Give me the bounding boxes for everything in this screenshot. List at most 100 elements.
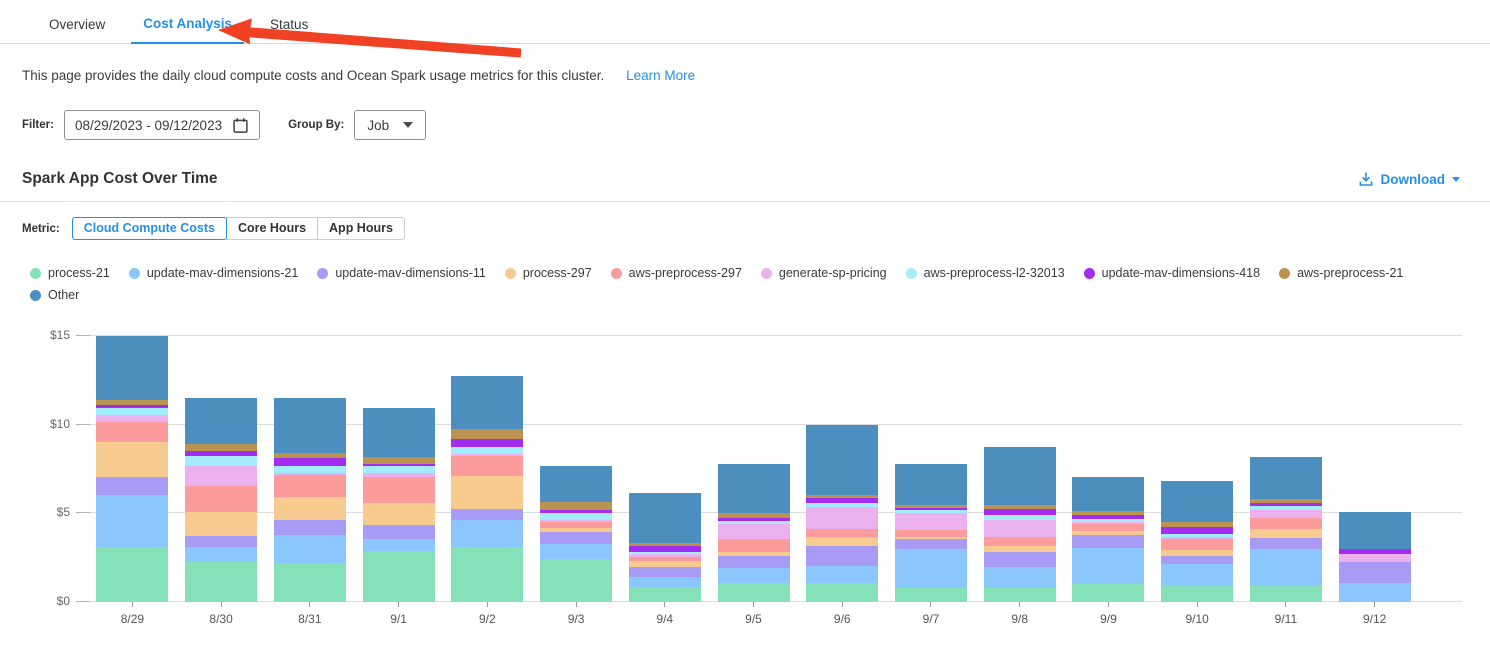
bar-segment-Other[interactable] (96, 336, 168, 400)
bar-segment-update-mav-dimensions-21[interactable] (984, 567, 1056, 588)
bar-segment-update-mav-dimensions-21[interactable] (895, 549, 967, 588)
bar-segment-update-mav-dimensions-11[interactable] (895, 539, 967, 549)
bar-segment-aws-preprocess-297[interactable] (274, 475, 346, 496)
bar-segment-update-mav-dimensions-21[interactable] (629, 577, 701, 587)
bar-segment-process-297[interactable] (185, 512, 257, 536)
bar-segment-aws-preprocess-21[interactable] (185, 444, 257, 451)
bar-segment-process-21[interactable] (96, 547, 168, 602)
bar-segment-update-mav-dimensions-418[interactable] (274, 458, 346, 466)
chart-bar-9/12[interactable] (1339, 512, 1411, 602)
bar-segment-update-mav-dimensions-21[interactable] (806, 566, 878, 583)
chart-bar-8/30[interactable] (185, 398, 257, 602)
bar-segment-process-21[interactable] (540, 559, 612, 602)
bar-segment-aws-preprocess-l2-32013[interactable] (451, 447, 523, 454)
legend-item-process-21[interactable]: process-21 (30, 266, 110, 280)
bar-segment-Other[interactable] (718, 464, 790, 514)
bar-segment-update-mav-dimensions-11[interactable] (629, 567, 701, 578)
bar-segment-update-mav-dimensions-418[interactable] (1161, 527, 1233, 534)
bar-segment-Other[interactable] (185, 398, 257, 444)
bar-segment-aws-preprocess-l2-32013[interactable] (540, 513, 612, 520)
bar-segment-generate-sp-pricing[interactable] (895, 513, 967, 530)
bar-segment-process-21[interactable] (718, 583, 790, 602)
bar-segment-aws-preprocess-l2-32013[interactable] (96, 408, 168, 415)
chart-bar-9/4[interactable] (629, 493, 701, 602)
chart-bar-9/11[interactable] (1250, 457, 1322, 602)
bar-segment-aws-preprocess-297[interactable] (984, 537, 1056, 546)
bar-segment-generate-sp-pricing[interactable] (718, 524, 790, 539)
tab-cost-analysis[interactable]: Cost Analysis (131, 8, 244, 44)
chart-bar-9/7[interactable] (895, 464, 967, 602)
bar-segment-aws-preprocess-297[interactable] (895, 530, 967, 537)
bar-segment-update-mav-dimensions-11[interactable] (185, 536, 257, 548)
bar-segment-process-297[interactable] (806, 537, 878, 546)
legend-item-Other[interactable]: Other (30, 288, 79, 302)
bar-segment-update-mav-dimensions-11[interactable] (1161, 556, 1233, 564)
bar-segment-process-21[interactable] (895, 588, 967, 602)
bar-segment-Other[interactable] (363, 408, 435, 457)
bar-segment-process-21[interactable] (806, 583, 878, 603)
bar-segment-generate-sp-pricing[interactable] (96, 415, 168, 422)
bar-segment-update-mav-dimensions-21[interactable] (451, 520, 523, 547)
bar-segment-aws-preprocess-297[interactable] (718, 539, 790, 551)
bar-segment-Other[interactable] (1339, 512, 1411, 548)
bar-segment-generate-sp-pricing[interactable] (1339, 554, 1411, 562)
legend-item-update-mav-dimensions-11[interactable]: update-mav-dimensions-11 (317, 266, 486, 280)
legend-item-update-mav-dimensions-418[interactable]: update-mav-dimensions-418 (1084, 266, 1260, 280)
chart-bar-8/31[interactable] (274, 398, 346, 602)
bar-segment-update-mav-dimensions-21[interactable] (1250, 549, 1322, 586)
bar-segment-generate-sp-pricing[interactable] (1250, 510, 1322, 518)
legend-item-aws-preprocess-l2-32013[interactable]: aws-preprocess-l2-32013 (906, 266, 1065, 280)
bar-segment-aws-preprocess-21[interactable] (363, 457, 435, 464)
bar-segment-process-297[interactable] (96, 442, 168, 477)
metric-button-core-hours[interactable]: Core Hours (226, 217, 318, 240)
tab-overview[interactable]: Overview (37, 9, 117, 43)
bar-segment-aws-preprocess-297[interactable] (1250, 518, 1322, 530)
bar-segment-Other[interactable] (451, 376, 523, 429)
bar-segment-process-297[interactable] (363, 503, 435, 525)
bar-segment-process-21[interactable] (1072, 584, 1144, 602)
bar-segment-update-mav-dimensions-21[interactable] (540, 544, 612, 560)
bar-segment-update-mav-dimensions-21[interactable] (363, 539, 435, 551)
bar-segment-Other[interactable] (629, 493, 701, 543)
bar-segment-aws-preprocess-297[interactable] (363, 477, 435, 503)
chart-bar-9/9[interactable] (1072, 477, 1144, 602)
chart-bar-9/8[interactable] (984, 447, 1056, 602)
bar-segment-update-mav-dimensions-11[interactable] (1072, 535, 1144, 548)
bar-segment-Other[interactable] (984, 447, 1056, 506)
bar-segment-generate-sp-pricing[interactable] (984, 520, 1056, 538)
bar-segment-aws-preprocess-297[interactable] (451, 456, 523, 476)
bar-segment-aws-preprocess-21[interactable] (540, 502, 612, 510)
bar-segment-aws-preprocess-l2-32013[interactable] (185, 456, 257, 466)
bar-segment-update-mav-dimensions-11[interactable] (451, 509, 523, 521)
legend-item-update-mav-dimensions-21[interactable]: update-mav-dimensions-21 (129, 266, 298, 280)
bar-segment-update-mav-dimensions-11[interactable] (1339, 562, 1411, 582)
bar-segment-process-21[interactable] (363, 551, 435, 602)
bar-segment-update-mav-dimensions-21[interactable] (274, 535, 346, 563)
chart-bar-9/1[interactable] (363, 408, 435, 602)
metric-button-app-hours[interactable]: App Hours (317, 217, 405, 240)
bar-segment-aws-preprocess-21[interactable] (451, 429, 523, 439)
download-button[interactable]: Download (1358, 171, 1461, 187)
bar-segment-update-mav-dimensions-11[interactable] (540, 532, 612, 544)
bar-segment-Other[interactable] (895, 464, 967, 506)
bar-segment-Other[interactable] (806, 425, 878, 495)
metric-button-cloud-compute-costs[interactable]: Cloud Compute Costs (72, 217, 227, 240)
bar-segment-generate-sp-pricing[interactable] (185, 466, 257, 486)
learn-more-link[interactable]: Learn More (626, 68, 695, 83)
bar-segment-process-297[interactable] (451, 476, 523, 509)
bar-segment-update-mav-dimensions-11[interactable] (96, 477, 168, 495)
bar-segment-process-21[interactable] (1161, 585, 1233, 602)
bar-segment-generate-sp-pricing[interactable] (806, 507, 878, 529)
chart-bar-9/2[interactable] (451, 376, 523, 602)
chart-bar-9/6[interactable] (806, 425, 878, 602)
bar-segment-update-mav-dimensions-11[interactable] (1250, 538, 1322, 549)
group-by-select[interactable]: Job (354, 110, 426, 140)
bar-segment-update-mav-dimensions-21[interactable] (1339, 583, 1411, 603)
bar-segment-update-mav-dimensions-11[interactable] (984, 552, 1056, 566)
bar-segment-process-297[interactable] (274, 497, 346, 520)
bar-segment-process-21[interactable] (984, 588, 1056, 602)
bar-segment-update-mav-dimensions-11[interactable] (718, 556, 790, 568)
chart-bar-9/3[interactable] (540, 466, 612, 602)
bar-segment-aws-preprocess-297[interactable] (1161, 539, 1233, 550)
bar-segment-process-21[interactable] (274, 563, 346, 602)
